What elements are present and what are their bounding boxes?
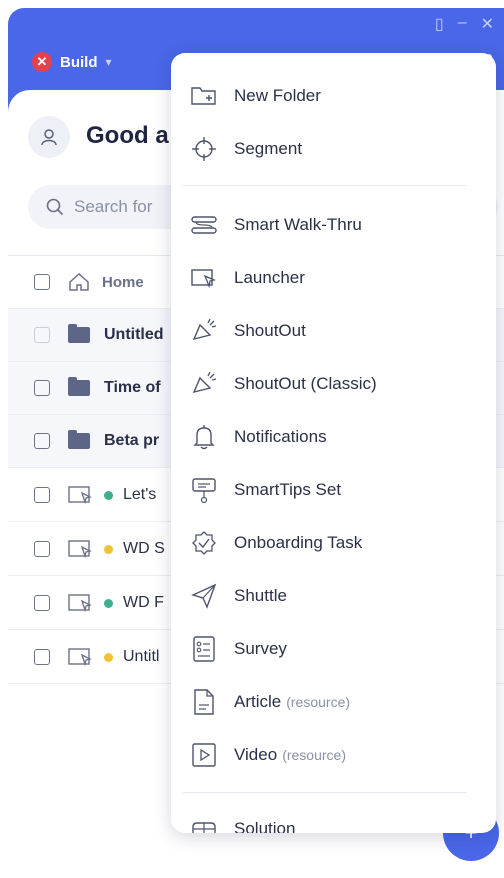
shoutout-icon [192, 318, 217, 340]
item-name: WD S [123, 540, 165, 557]
close-icon[interactable]: ✕ [32, 52, 52, 72]
menu-item-label: Launcher [234, 267, 305, 287]
menu-item-label: Solution [234, 818, 296, 834]
build-label: Build [60, 53, 98, 71]
menu-item-label: Article [234, 691, 282, 711]
checkbox[interactable] [34, 649, 50, 665]
menu-item-shuttle[interactable]: Shuttle [171, 569, 496, 622]
launcher-icon [68, 594, 92, 613]
menu-item-shoutout-classic[interactable]: ShoutOut (Classic) [171, 357, 496, 410]
chevron-down-icon: ▾ [105, 55, 112, 69]
paper-plane-icon [191, 583, 217, 609]
status-dot [104, 598, 113, 608]
menu-item-onboarding-task[interactable]: Onboarding Task [171, 516, 496, 569]
new-folder-icon [191, 86, 216, 105]
resource-tag: (resource) [282, 746, 346, 763]
checkbox[interactable] [34, 274, 50, 290]
checkbox[interactable] [34, 327, 50, 343]
menu-item-label: SmartTips Set [234, 479, 342, 499]
menu-item-label: New Folder [234, 85, 321, 105]
article-icon [194, 688, 214, 715]
menu-item-survey[interactable]: Survey [171, 622, 496, 675]
menu-item-solution[interactable]: Solution [171, 802, 496, 833]
minimize-icon[interactable]: – [458, 14, 467, 34]
greeting: Good a [86, 122, 169, 149]
checkbox[interactable] [34, 595, 50, 611]
folder-icon [68, 377, 90, 396]
menu-item-label: Survey [234, 638, 287, 658]
menu-item-smart-walk-thru[interactable]: Smart Walk-Thru [171, 198, 496, 251]
avatar[interactable] [28, 116, 70, 158]
menu-item-notifications[interactable]: Notifications [171, 410, 496, 463]
item-name: Untitl [123, 648, 160, 665]
menu-item-video[interactable]: Video (resource) [171, 728, 496, 781]
menu-item-launcher[interactable]: Launcher [171, 251, 496, 304]
launcher-icon [68, 540, 92, 559]
menu-item-label: Video [234, 744, 278, 764]
home-icon [69, 272, 89, 291]
menu-item-article[interactable]: Article (resource) [171, 675, 496, 728]
search-placeholder: Search for [74, 197, 153, 216]
menu-item-label: Segment [234, 138, 303, 158]
launcher-icon [68, 486, 92, 505]
create-menu: New Folder Segment Smart Walk-Thru Launc… [171, 53, 496, 833]
bell-icon [193, 424, 215, 449]
folder-icon [68, 324, 90, 343]
resource-tag: (resource) [286, 693, 351, 710]
window-controls: ▯ – ✕ [435, 14, 494, 34]
menu-item-smarttips-set[interactable]: SmartTips Set [171, 463, 496, 516]
folder-name: Beta pr [104, 432, 160, 449]
folder-name: Untitled [104, 326, 164, 343]
menu-item-label: ShoutOut (Classic) [234, 373, 377, 393]
menu-item-segment[interactable]: Segment [171, 122, 496, 175]
item-name: WD F [123, 594, 164, 611]
status-dot [104, 652, 113, 662]
breadcrumb[interactable]: Home [102, 274, 144, 291]
status-dot [104, 544, 113, 554]
status-dot [104, 490, 113, 500]
menu-item-label: Onboarding Task [234, 532, 363, 552]
item-name: Let's [123, 486, 157, 503]
video-icon [192, 742, 216, 767]
menu-item-shoutout[interactable]: ShoutOut [171, 304, 496, 357]
folder-icon [68, 430, 90, 449]
checkbox[interactable] [34, 380, 50, 396]
menu-item-label: Shuttle [234, 585, 287, 605]
shoutout-classic-icon [192, 371, 217, 393]
onboarding-icon [192, 530, 216, 555]
launcher-icon [68, 648, 92, 667]
menu-divider [183, 792, 467, 793]
menu-item-new-folder[interactable]: New Folder [171, 69, 496, 122]
launcher-icon [191, 268, 216, 288]
smart-walk-thru-icon [191, 215, 217, 234]
panel-icon[interactable]: ▯ [435, 14, 444, 34]
smarttips-icon [192, 477, 216, 503]
survey-icon [193, 635, 215, 662]
user-icon [41, 129, 57, 146]
menu-item-label: Notifications [234, 426, 327, 446]
folder-name: Time of [104, 379, 161, 396]
checkbox[interactable] [34, 433, 50, 449]
build-menu[interactable]: ✕ Build ▾ [32, 52, 112, 72]
checkbox[interactable] [34, 487, 50, 503]
search-icon [46, 198, 64, 216]
close-icon[interactable]: ✕ [481, 14, 494, 34]
segment-icon [192, 136, 216, 161]
menu-item-label: ShoutOut [234, 320, 306, 340]
menu-item-label: Smart Walk-Thru [234, 214, 362, 234]
checkbox[interactable] [34, 541, 50, 557]
menu-divider [183, 185, 467, 186]
solution-icon [192, 821, 216, 833]
